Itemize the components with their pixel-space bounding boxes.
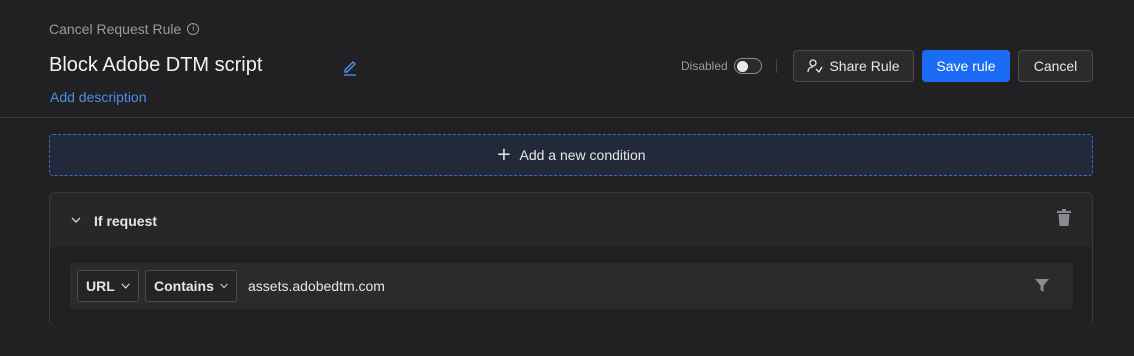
operator-select[interactable]: Contains — [145, 270, 237, 302]
toggle-knob — [736, 61, 748, 72]
rule-status: Disabled — [681, 58, 762, 74]
condition-card: If request URL Contains — [49, 192, 1093, 326]
add-description-link[interactable]: Add description — [50, 89, 147, 105]
condition-value-input[interactable] — [248, 270, 1008, 302]
condition-card-header: If request — [50, 193, 1092, 247]
plus-icon: + — [496, 144, 512, 165]
status-toggle[interactable] — [733, 58, 762, 74]
source-select-value: URL — [86, 278, 115, 294]
rule-type-label: Cancel Request Rule — [49, 21, 182, 37]
operator-select-value: Contains — [154, 278, 214, 294]
status-label: Disabled — [681, 59, 728, 73]
share-rule-button[interactable]: Share Rule — [793, 50, 914, 82]
rule-header: Cancel Request Rule i Block Adobe DTM sc… — [0, 0, 1134, 118]
filter-icon[interactable] — [1035, 279, 1049, 293]
info-icon[interactable]: i — [187, 23, 200, 35]
chevron-down-icon — [220, 283, 228, 289]
condition-card-body: URL Contains — [50, 247, 1092, 326]
trash-icon[interactable] — [1057, 209, 1071, 226]
chevron-down-icon[interactable] — [70, 214, 82, 226]
save-rule-button[interactable]: Save rule — [922, 50, 1010, 82]
divider — [776, 59, 777, 73]
source-select[interactable]: URL — [77, 270, 139, 302]
add-condition-button[interactable]: + Add a new condition — [49, 134, 1093, 176]
pencil-icon[interactable] — [342, 58, 358, 76]
add-condition-label: Add a new condition — [519, 147, 646, 163]
cancel-button[interactable]: Cancel — [1018, 50, 1093, 82]
rule-type: Cancel Request Rule i — [49, 21, 200, 37]
share-user-icon — [807, 59, 824, 74]
share-rule-label: Share Rule — [829, 58, 900, 74]
chevron-down-icon — [121, 283, 130, 289]
rule-name[interactable]: Block Adobe DTM script — [49, 54, 262, 77]
condition-row: URL Contains — [70, 263, 1073, 309]
condition-title: If request — [94, 213, 158, 229]
